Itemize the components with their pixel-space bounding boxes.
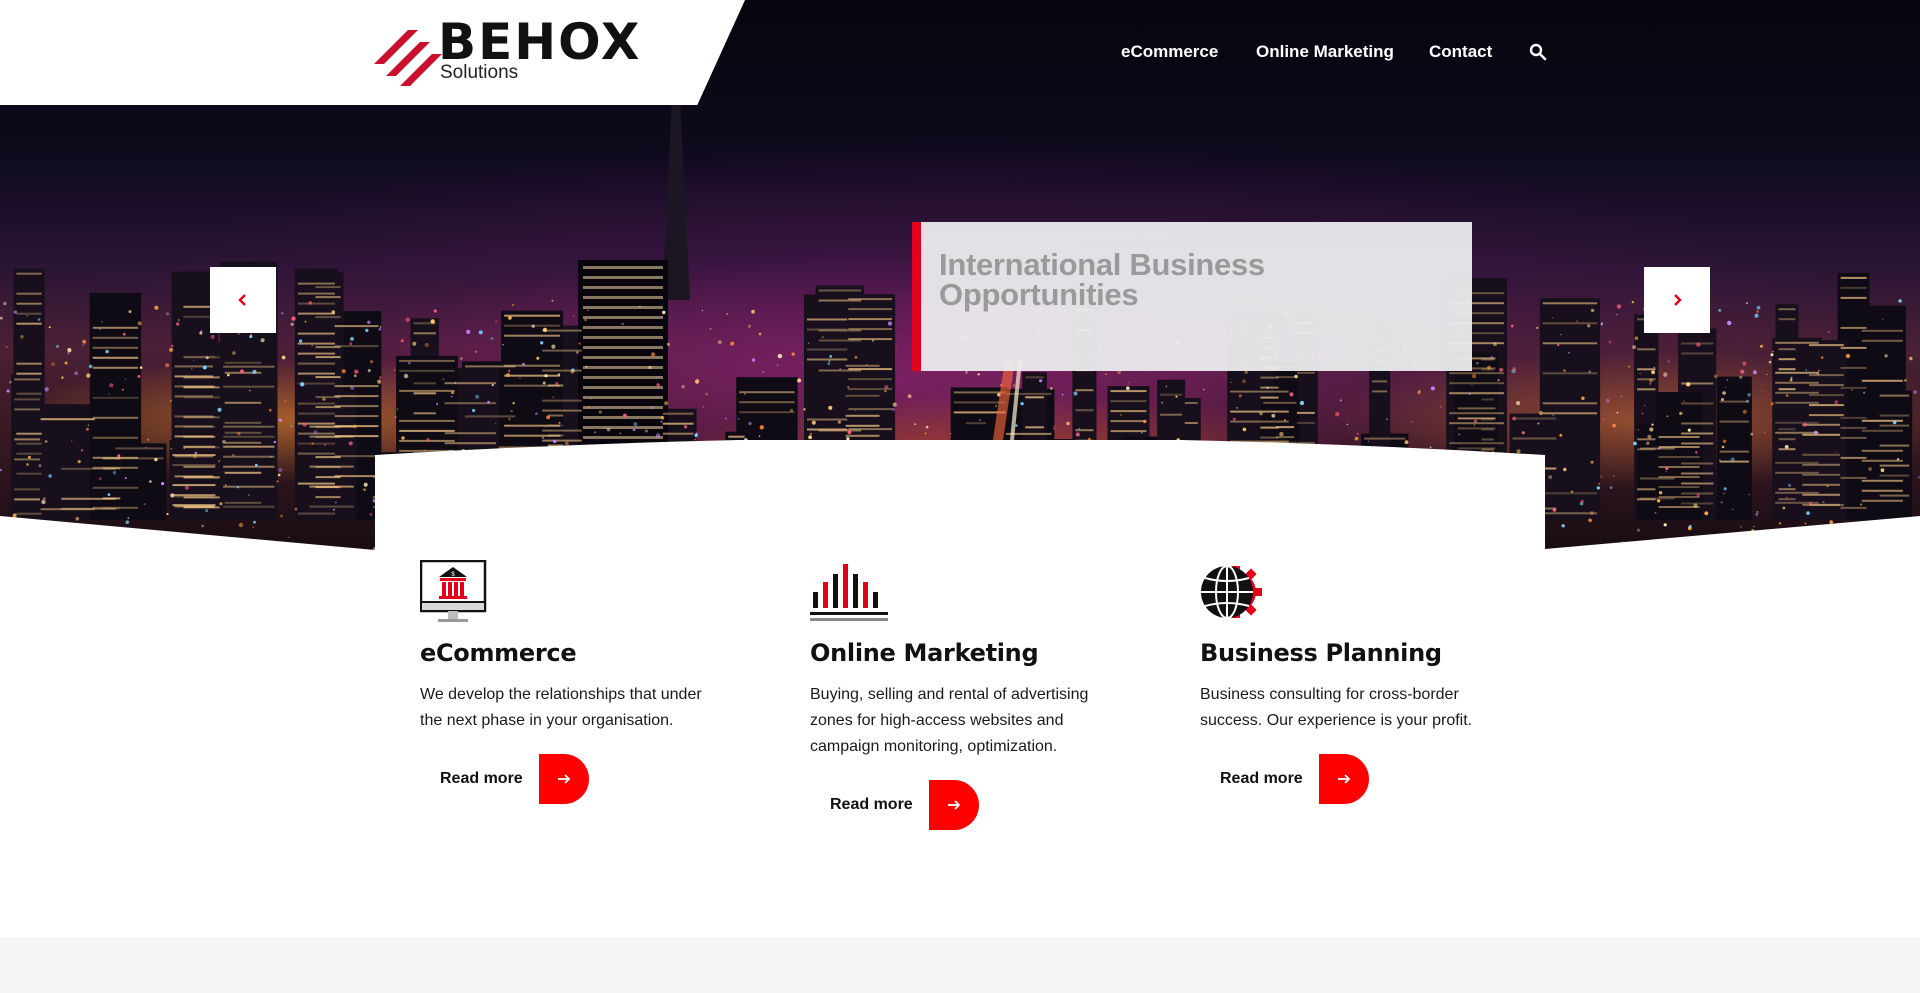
service-description: Buying, selling and rental of advertisin… [810,686,1089,755]
search-icon[interactable] [1529,43,1547,61]
read-more-label: Read more [440,770,523,787]
bank-monitor-icon: $ [420,560,487,622]
read-more-button[interactable]: Read more [1200,754,1369,804]
chevron-left-icon [238,294,246,306]
nav-ecommerce[interactable]: eCommerce [1121,40,1218,64]
service-title: Online Marketing [810,639,1039,667]
logo-subtitle: Solutions [440,62,519,83]
main-nav: eCommerce Online Marketing Contact [0,40,1920,64]
arrow-right-icon [1318,754,1369,804]
service-card-business-planning: Business Planning Business consulting fo… [1200,560,1520,804]
nav-online-marketing[interactable]: Online Marketing [1256,40,1394,64]
slider-prev-button[interactable] [210,267,276,333]
read-more-label: Read more [1220,770,1303,787]
service-title: eCommerce [420,639,577,667]
service-title: Business Planning [1200,639,1442,667]
slider-next-button[interactable] [1644,267,1710,333]
service-card-ecommerce: $ eCommerce We develop the relationships… [420,560,740,804]
bar-chart-icon [810,564,888,621]
slide-caption-title: International Business Opportunities [939,247,1265,312]
read-more-button[interactable]: Read more [420,754,589,804]
arrow-right-icon [538,754,589,804]
arrow-right-icon [928,780,979,830]
footer-strip [0,937,1920,993]
service-card-online-marketing: Online Marketing Buying, selling and ren… [810,560,1130,830]
nav-contact[interactable]: Contact [1429,40,1492,64]
service-description: We develop the relationships that under … [420,686,702,729]
service-description: Business consulting for cross-border suc… [1200,686,1473,729]
globe-gear-icon [1201,565,1262,619]
chevron-right-icon [1674,294,1682,306]
read-more-label: Read more [830,796,913,813]
slide-caption-box: International Business Opportunities [912,222,1472,371]
read-more-button[interactable]: Read more [810,780,979,830]
